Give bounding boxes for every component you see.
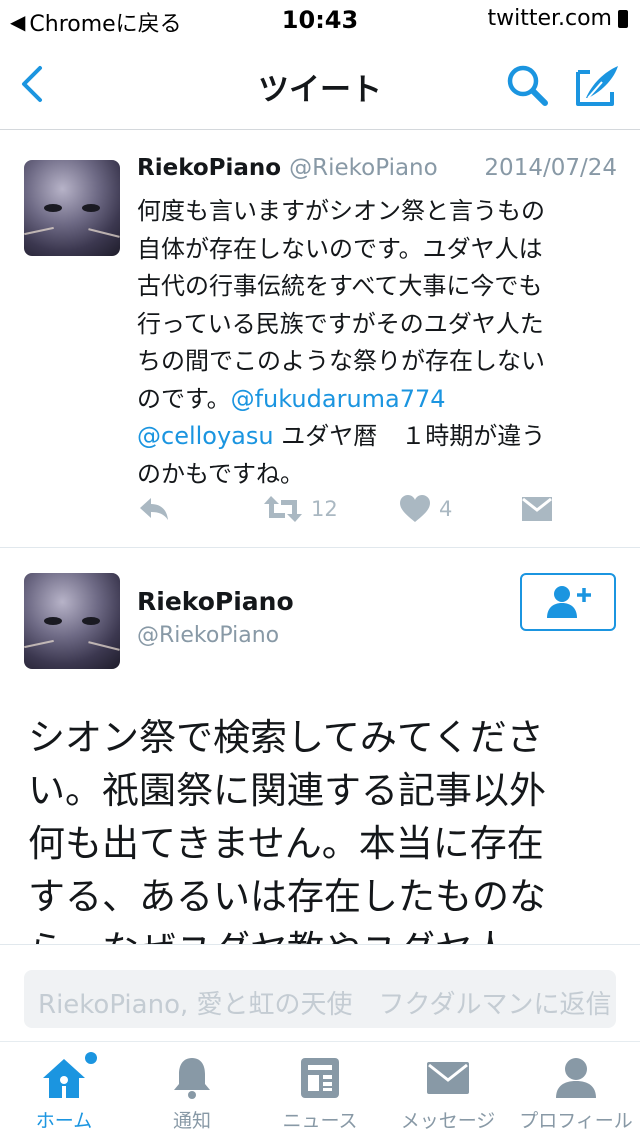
author-handle[interactable]: @RiekoPiano [137, 623, 279, 648]
retweet-icon [264, 496, 302, 522]
tweet-date: 2014/07/24 [484, 155, 617, 181]
avatar[interactable] [24, 160, 120, 256]
tweet-header: RiekoPiano @RiekoPiano 2014/07/24 [137, 155, 617, 191]
author-handle[interactable]: @RiekoPiano [289, 155, 438, 181]
tweet-text-line: のです。@fukudaruma774 [137, 381, 623, 419]
tweet-text-line: 古代の行事伝統をすべて大事に今でも [137, 272, 543, 300]
tab-label: 通知 [172, 1110, 211, 1132]
tweet-text-line: 何も出てきません。本当に存在 [28, 822, 544, 865]
envelope-icon [522, 497, 552, 521]
avatar-whisker [24, 226, 54, 236]
tweet-text-line: する、あるいは存在したものな [28, 875, 546, 918]
tab-label: ホーム [35, 1110, 93, 1132]
battery-icon [618, 9, 628, 28]
mention-link[interactable]: @celloyasu [137, 422, 274, 450]
tweet-item[interactable]: RiekoPiano @RiekoPiano 2014/07/24 何度も言います… [0, 131, 640, 548]
tweet-text-line: い。祇園祭に関連する記事以外 [28, 769, 546, 812]
tweet-text-line: @celloyasu ユダヤ暦 １時期が違う [137, 418, 623, 456]
status-host: twitter.com [487, 6, 628, 31]
tab-label: プロフィール [519, 1110, 633, 1132]
news-icon [300, 1054, 340, 1102]
like-button[interactable]: 4 [399, 491, 452, 527]
avatar-eye [44, 617, 62, 625]
tweet-text: 何度も言いますがシオン祭と言うもの 自体が存在しないのです。ユダヤ人は 古代の行… [137, 193, 623, 493]
tweet-text-line: ちの間でこのような祭りが存在しない [137, 347, 545, 375]
avatar-eye [82, 204, 100, 212]
status-bar: ◀ Chromeに戻る 10:43 twitter.com [0, 0, 640, 40]
heart-icon [400, 495, 430, 522]
tweet-text-line: シオン祭で検索してみてくださ [28, 716, 544, 759]
mention-link[interactable]: @fukudaruma774 [231, 385, 446, 413]
profile-icon [554, 1054, 598, 1102]
tweet-text-fragment: ユダヤ暦 １時期が違う [273, 422, 546, 450]
reply-bar: RiekoPiano, 愛と虹の天使 フクダルマンに返信 [0, 946, 640, 1041]
compose-tweet-icon[interactable] [574, 62, 622, 108]
add-user-icon [547, 586, 591, 618]
tweet-text-line: ら、なぜユダヤ教やユダヤ人 [28, 923, 618, 944]
envelope-icon [426, 1054, 470, 1102]
retweet-button[interactable]: 12 [263, 491, 338, 527]
reply-icon [140, 498, 168, 520]
tweet-text-line: のかもですね。 [137, 459, 305, 488]
retweet-count: 12 [311, 497, 338, 521]
follow-button[interactable] [520, 573, 616, 631]
tab-profile[interactable]: プロフィール [512, 1042, 640, 1136]
tab-bar: ホーム 通知 ニュース メッセージ プロフィール [0, 1041, 640, 1136]
tab-home[interactable]: ホーム [0, 1042, 128, 1136]
tweet-text-line: 行っている民族ですがそのユダヤ人た [137, 309, 544, 338]
avatar-whisker [88, 641, 120, 651]
avatar-eye [44, 204, 62, 212]
tab-notifications[interactable]: 通知 [128, 1042, 256, 1136]
tab-news[interactable]: ニュース [256, 1042, 384, 1136]
avatar-whisker [88, 228, 120, 238]
home-icon [41, 1052, 97, 1102]
direct-message-button[interactable] [521, 491, 553, 527]
tweet-actions: 12 4 [137, 491, 617, 527]
like-count: 4 [439, 497, 453, 521]
tweet-text-fragment: のです。 [137, 384, 231, 413]
tweet-text-line: 自体が存在しないのです。ユダヤ人は [137, 234, 543, 263]
author-name[interactable]: RiekoPiano [137, 587, 294, 616]
avatar-eye [82, 617, 100, 625]
status-host-label: twitter.com [487, 6, 612, 31]
tab-label: メッセージ [400, 1110, 496, 1132]
search-icon[interactable] [504, 62, 550, 108]
reply-button[interactable] [137, 491, 171, 527]
tweet-text-line: 何度も言いますがシオン祭と言うもの [137, 197, 545, 225]
avatar-whisker [24, 639, 54, 649]
reply-input[interactable] [24, 970, 616, 1028]
avatar[interactable] [24, 573, 120, 669]
nav-bar: ツイート [0, 40, 640, 130]
author-name[interactable]: RiekoPiano [137, 155, 281, 181]
tweet-text: シオン祭で検索してみてくださ い。祇園祭に関連する記事以外 何も出てきません。本… [28, 711, 618, 944]
bell-icon [172, 1054, 212, 1102]
tab-label: ニュース [282, 1110, 358, 1132]
unread-dot [85, 1052, 97, 1064]
focused-tweet: RiekoPiano @RiekoPiano シオン祭で検索してみてくださ い。… [0, 549, 640, 945]
tab-messages[interactable]: メッセージ [384, 1042, 512, 1136]
